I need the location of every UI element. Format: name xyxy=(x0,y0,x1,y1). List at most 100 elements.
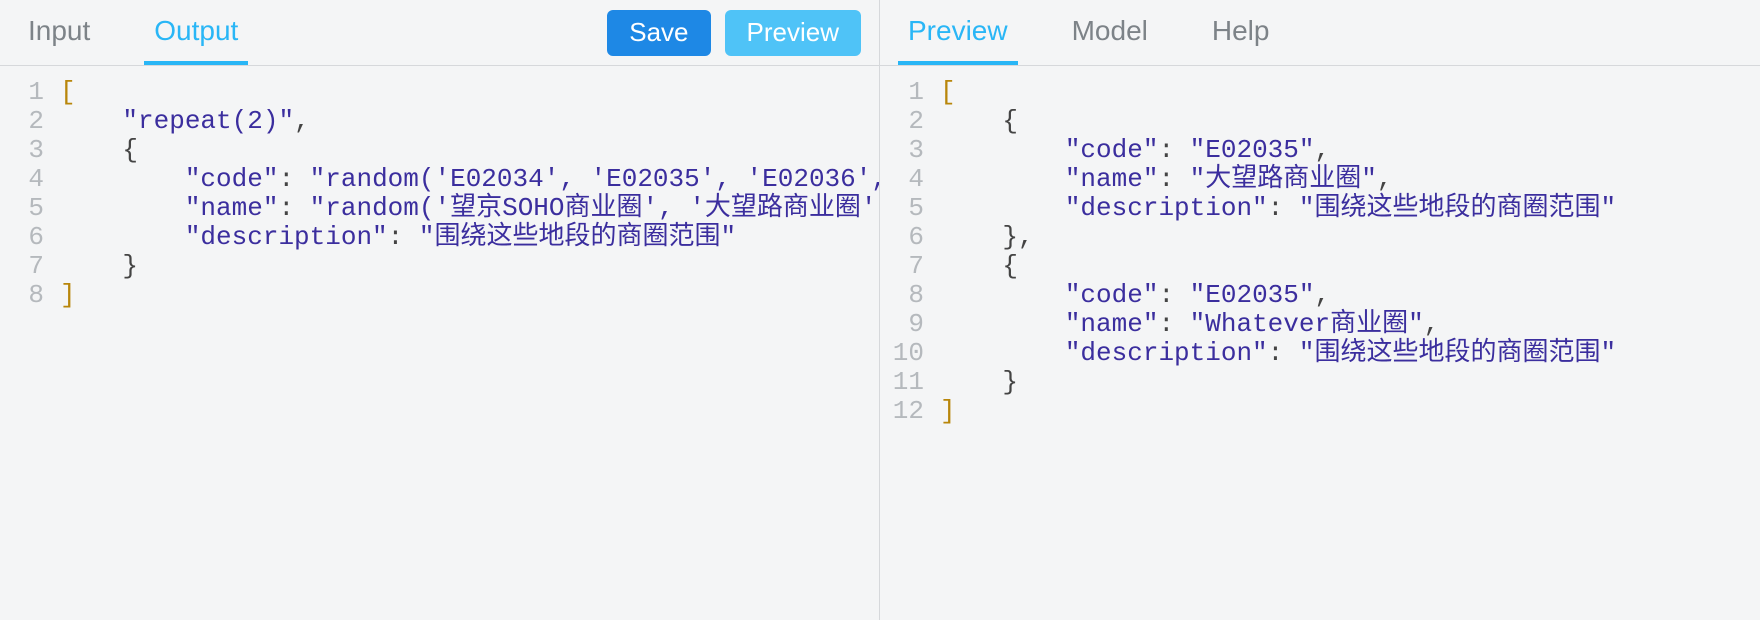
save-button[interactable]: Save xyxy=(607,10,710,56)
code-line[interactable]: "code": "random('E02034', 'E02035', 'E02… xyxy=(60,165,879,194)
line-number: 1 xyxy=(0,78,44,107)
code-token: , xyxy=(1018,222,1034,252)
code-line[interactable]: "description": "围绕这些地段的商圈范围" xyxy=(940,194,1760,223)
code-token xyxy=(940,222,1002,252)
code-token: , xyxy=(1315,280,1331,310)
code-token: , xyxy=(1377,164,1393,194)
left-pane: Input Output Save Preview 12345678 [ "re… xyxy=(0,0,880,620)
code-line[interactable]: "name": "大望路商业圈", xyxy=(940,165,1760,194)
code-line[interactable]: ] xyxy=(60,281,879,310)
code-token: : xyxy=(1268,338,1299,368)
code-token: ] xyxy=(940,396,956,426)
code-token: "description" xyxy=(1065,338,1268,368)
code-token: { xyxy=(122,135,138,165)
line-number: 9 xyxy=(880,310,924,339)
code-token: [ xyxy=(940,78,956,107)
left-tabs: Input Output xyxy=(18,0,248,65)
code-line[interactable]: "description": "围绕这些地段的商圈范围" xyxy=(940,339,1760,368)
code-token xyxy=(940,164,1065,194)
code-token xyxy=(60,135,122,165)
code-line[interactable]: "name": "random('望京SOHO商业圈', '大望路商业圈', xyxy=(60,194,879,223)
code-token: "repeat(2)" xyxy=(122,106,294,136)
code-line[interactable]: ] xyxy=(940,397,1760,426)
code-token xyxy=(940,193,1065,223)
code-token: "code" xyxy=(1065,280,1159,310)
code-token: "E02035" xyxy=(1190,280,1315,310)
code-token xyxy=(940,280,1065,310)
code-line[interactable]: }, xyxy=(940,223,1760,252)
code-token: "name" xyxy=(1065,164,1159,194)
right-gutter: 123456789101112 xyxy=(880,78,936,620)
code-token: "name" xyxy=(1065,309,1159,339)
right-tabbar: Preview Model Help xyxy=(880,0,1760,66)
code-line[interactable]: { xyxy=(60,136,879,165)
line-number: 6 xyxy=(0,223,44,252)
code-token xyxy=(940,338,1065,368)
code-token: } xyxy=(1002,367,1018,397)
line-number: 2 xyxy=(0,107,44,136)
code-token: : xyxy=(1268,193,1299,223)
left-tabbar: Input Output Save Preview xyxy=(0,0,879,66)
code-token xyxy=(940,135,1065,165)
left-editor[interactable]: 12345678 [ "repeat(2)", { "code": "rando… xyxy=(0,66,879,620)
line-number: 2 xyxy=(880,107,924,136)
code-token: "random('E02034', 'E02035', 'E02036', ' xyxy=(310,164,879,194)
right-tabs: Preview Model Help xyxy=(898,0,1279,65)
code-token: { xyxy=(1002,251,1018,281)
line-number: 7 xyxy=(0,252,44,281)
preview-button[interactable]: Preview xyxy=(725,10,861,56)
code-token: "code" xyxy=(1065,135,1159,165)
code-token: "E02035" xyxy=(1190,135,1315,165)
code-token: ] xyxy=(60,280,76,310)
code-token: , xyxy=(1315,135,1331,165)
code-line[interactable]: "code": "E02035", xyxy=(940,281,1760,310)
line-number: 4 xyxy=(0,165,44,194)
code-token: "围绕这些地段的商圈范围" xyxy=(1299,193,1616,223)
code-token xyxy=(940,367,1002,397)
line-number: 7 xyxy=(880,252,924,281)
code-token: : xyxy=(1158,164,1189,194)
code-line[interactable]: } xyxy=(940,368,1760,397)
code-token: : xyxy=(1158,309,1189,339)
code-token: "围绕这些地段的商圈范围" xyxy=(419,222,736,252)
right-editor[interactable]: 123456789101112 [ { "code": "E02035", "n… xyxy=(880,66,1760,620)
line-number: 12 xyxy=(880,397,924,426)
line-number: 11 xyxy=(880,368,924,397)
code-token: "description" xyxy=(185,222,388,252)
code-token: } xyxy=(122,251,138,281)
code-token: } xyxy=(1002,222,1018,252)
code-line[interactable]: { xyxy=(940,252,1760,281)
line-number: 8 xyxy=(0,281,44,310)
line-number: 3 xyxy=(0,136,44,165)
line-number: 3 xyxy=(880,136,924,165)
code-token xyxy=(60,251,122,281)
tab-model[interactable]: Model xyxy=(1062,0,1158,65)
tab-help[interactable]: Help xyxy=(1202,0,1280,65)
tab-output[interactable]: Output xyxy=(144,0,248,65)
code-line[interactable]: } xyxy=(60,252,879,281)
code-token: "random('望京SOHO商业圈', '大望路商业圈', xyxy=(310,193,879,223)
line-number: 6 xyxy=(880,223,924,252)
code-line[interactable]: [ xyxy=(940,78,1760,107)
tab-preview[interactable]: Preview xyxy=(898,0,1018,65)
line-number: 5 xyxy=(0,194,44,223)
code-token: "name" xyxy=(185,193,279,223)
code-line[interactable]: "code": "E02035", xyxy=(940,136,1760,165)
code-line[interactable]: "repeat(2)", xyxy=(60,107,879,136)
code-line[interactable]: { xyxy=(940,107,1760,136)
line-number: 8 xyxy=(880,281,924,310)
code-line[interactable]: "description": "围绕这些地段的商圈范围" xyxy=(60,223,879,252)
code-token xyxy=(60,164,185,194)
tab-input[interactable]: Input xyxy=(18,0,100,65)
code-token xyxy=(60,106,122,136)
left-code[interactable]: [ "repeat(2)", { "code": "random('E02034… xyxy=(56,78,879,620)
code-token: : xyxy=(278,164,309,194)
right-code[interactable]: [ { "code": "E02035", "name": "大望路商业圈", … xyxy=(936,78,1760,620)
code-token: : xyxy=(1158,280,1189,310)
code-token: : xyxy=(388,222,419,252)
code-line[interactable]: "name": "Whatever商业圈", xyxy=(940,310,1760,339)
code-token: : xyxy=(1158,135,1189,165)
code-token: "code" xyxy=(185,164,279,194)
code-line[interactable]: [ xyxy=(60,78,879,107)
app-root: Input Output Save Preview 12345678 [ "re… xyxy=(0,0,1760,620)
